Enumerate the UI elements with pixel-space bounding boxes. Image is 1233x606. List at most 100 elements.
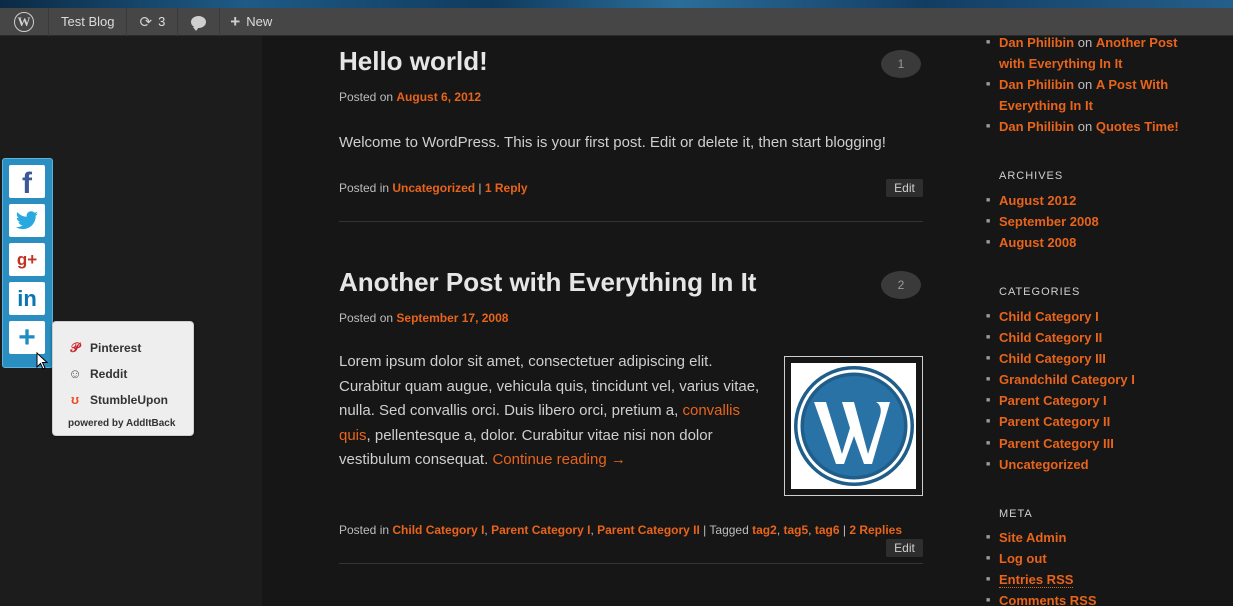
linkedin-icon: in xyxy=(17,285,37,311)
more-share-button[interactable]: + xyxy=(9,321,45,354)
comment-count-bubble[interactable]: 2 xyxy=(881,271,921,299)
mouse-pointer-icon xyxy=(36,352,48,370)
site-name-label: Test Blog xyxy=(61,14,115,29)
pinterest-label: Pinterest xyxy=(90,341,142,355)
inline-link[interactable]: quis xyxy=(339,427,367,444)
stumbleupon-label: StumbleUpon xyxy=(90,392,168,407)
post-excerpt: Lorem ipsum dolor sit amet, consectetuer… xyxy=(339,350,779,473)
category-link[interactable]: Uncategorized xyxy=(999,457,1089,472)
posted-on-label: Posted on xyxy=(339,90,394,104)
comment-count: 2 xyxy=(897,278,905,292)
reddit-icon: ☺ xyxy=(68,366,82,381)
twitter-bird-icon xyxy=(16,210,38,229)
reddit-share-option[interactable]: ☺ Reddit xyxy=(67,366,127,381)
pinterest-share-option[interactable]: 𝒫 Pinterest xyxy=(67,340,141,356)
new-label: New xyxy=(246,14,273,29)
log-out-link[interactable]: Log out xyxy=(999,551,1047,566)
site-name-link[interactable]: Test Blog xyxy=(49,7,128,36)
categories-heading: CATEGORIES xyxy=(999,286,1081,298)
posted-on-label: Posted on xyxy=(339,311,394,325)
facebook-share-button[interactable]: f xyxy=(9,165,45,200)
comment-author-link[interactable]: Dan Philibin xyxy=(999,77,1074,92)
plus-icon: + xyxy=(230,11,241,31)
category-link[interactable]: Child Category III xyxy=(999,351,1106,366)
post-title[interactable]: Hello world! xyxy=(339,46,488,77)
archive-link[interactable]: September 2008 xyxy=(999,214,1099,229)
tag-link[interactable]: tag5 xyxy=(783,523,808,537)
post-meta: Posted on September 17, 2008 xyxy=(339,311,508,325)
excerpt-line: Lorem ipsum dolor sit amet, consectetuer… xyxy=(339,353,713,370)
post-date-link[interactable]: September 17, 2008 xyxy=(396,311,508,325)
category-item: Child Category III xyxy=(986,348,1135,369)
category-link[interactable]: Child Category I xyxy=(392,523,484,537)
stumbleupon-share-option[interactable]: ʊ StumbleUpon xyxy=(67,392,168,407)
categories-list: Child Category I Child Category II Child… xyxy=(986,306,1135,475)
post-meta: Posted on August 6, 2012 xyxy=(339,90,481,104)
post-date-link[interactable]: August 6, 2012 xyxy=(396,90,481,104)
on-label: on xyxy=(1077,77,1093,92)
meta-heading: META xyxy=(999,508,1033,520)
pinterest-icon: 𝒫 xyxy=(70,340,80,355)
excerpt-line: nulla. Sed convallis orci. Duis libero o… xyxy=(339,402,679,419)
edit-post-button[interactable]: Edit xyxy=(886,539,923,557)
meta-item: Entries RSS xyxy=(986,569,1097,590)
post-footer: Posted in Uncategorized | 1 Reply xyxy=(339,181,528,195)
comments-link[interactable] xyxy=(178,7,221,36)
wordpress-logo-image xyxy=(791,363,916,489)
wordpress-menu[interactable]: W xyxy=(0,7,49,36)
category-item: Child Category II xyxy=(986,327,1135,348)
category-link[interactable]: Parent Category I xyxy=(491,523,590,537)
site-admin-link[interactable]: Site Admin xyxy=(999,530,1066,545)
updates-link[interactable]: ⟳ 3 xyxy=(127,7,179,36)
category-link[interactable]: Child Category II xyxy=(999,330,1102,345)
category-link[interactable]: Uncategorized xyxy=(392,181,475,195)
category-item: Uncategorized xyxy=(986,454,1135,475)
entries-rss-link[interactable]: Entries RSS xyxy=(999,572,1074,589)
archives-list: August 2012 September 2008 August 2008 xyxy=(986,190,1099,253)
google-plus-share-button[interactable]: g+ xyxy=(9,243,45,276)
post-thumbnail[interactable] xyxy=(784,356,923,496)
inline-link[interactable]: convallis xyxy=(682,402,740,419)
edit-post-button[interactable]: Edit xyxy=(886,179,923,197)
archive-item: August 2012 xyxy=(986,190,1099,211)
meta-list: Site Admin Log out Entries RSS Comments … xyxy=(986,527,1097,606)
reddit-label: Reddit xyxy=(90,366,128,381)
google-plus-icon: g+ xyxy=(16,249,38,269)
recent-comment-item: Dan Philibin on Another Post with Everyt… xyxy=(986,32,1186,74)
linkedin-share-button[interactable]: in xyxy=(9,282,45,315)
twitter-share-button[interactable] xyxy=(9,204,45,237)
meta-item: Log out xyxy=(986,548,1097,569)
refresh-icon: ⟳ xyxy=(139,13,153,31)
archive-link[interactable]: August 2008 xyxy=(999,235,1076,250)
tag-link[interactable]: tag2 xyxy=(752,523,777,537)
comment-author-link[interactable]: Dan Philibin xyxy=(999,35,1074,50)
archive-link[interactable]: August 2012 xyxy=(999,193,1076,208)
stumbleupon-icon: ʊ xyxy=(70,392,80,407)
replies-link[interactable]: 1 Reply xyxy=(485,181,528,195)
category-link[interactable]: Parent Category III xyxy=(999,436,1114,451)
category-link[interactable]: Parent Category I xyxy=(999,393,1107,408)
category-link[interactable]: Parent Category II xyxy=(999,414,1110,429)
category-link[interactable]: Child Category I xyxy=(999,309,1099,324)
excerpt-line: vestibulum consequat. xyxy=(339,451,489,468)
tag-link[interactable]: tag6 xyxy=(815,523,840,537)
powered-by-label: powered by AddItBack xyxy=(68,418,176,429)
comments-rss-link[interactable]: Comments RSS xyxy=(999,593,1097,606)
replies-link[interactable]: 2 Replies xyxy=(849,523,902,537)
new-content-menu[interactable]: + New xyxy=(220,8,282,36)
archive-item: September 2008 xyxy=(986,211,1099,232)
recent-comment-item: Dan Philibin on A Post With Everything I… xyxy=(986,74,1186,116)
category-item: Parent Category I xyxy=(986,390,1135,411)
comment-bubble-icon xyxy=(191,15,207,31)
on-label: on xyxy=(1077,119,1093,134)
comment-count-bubble[interactable]: 1 xyxy=(881,50,921,78)
comment-post-link[interactable]: Quotes Time! xyxy=(1096,119,1179,134)
meta-item: Site Admin xyxy=(986,527,1097,548)
continue-reading-link[interactable]: Continue reading → xyxy=(492,451,625,468)
post-footer: Posted in Child Category I, Parent Categ… xyxy=(339,523,903,537)
updates-count: 3 xyxy=(158,14,166,29)
comment-author-link[interactable]: Dan Philibin xyxy=(999,119,1074,134)
category-link[interactable]: Grandchild Category I xyxy=(999,372,1135,387)
category-link[interactable]: Parent Category II xyxy=(597,523,700,537)
post-title[interactable]: Another Post with Everything In It xyxy=(339,267,756,298)
